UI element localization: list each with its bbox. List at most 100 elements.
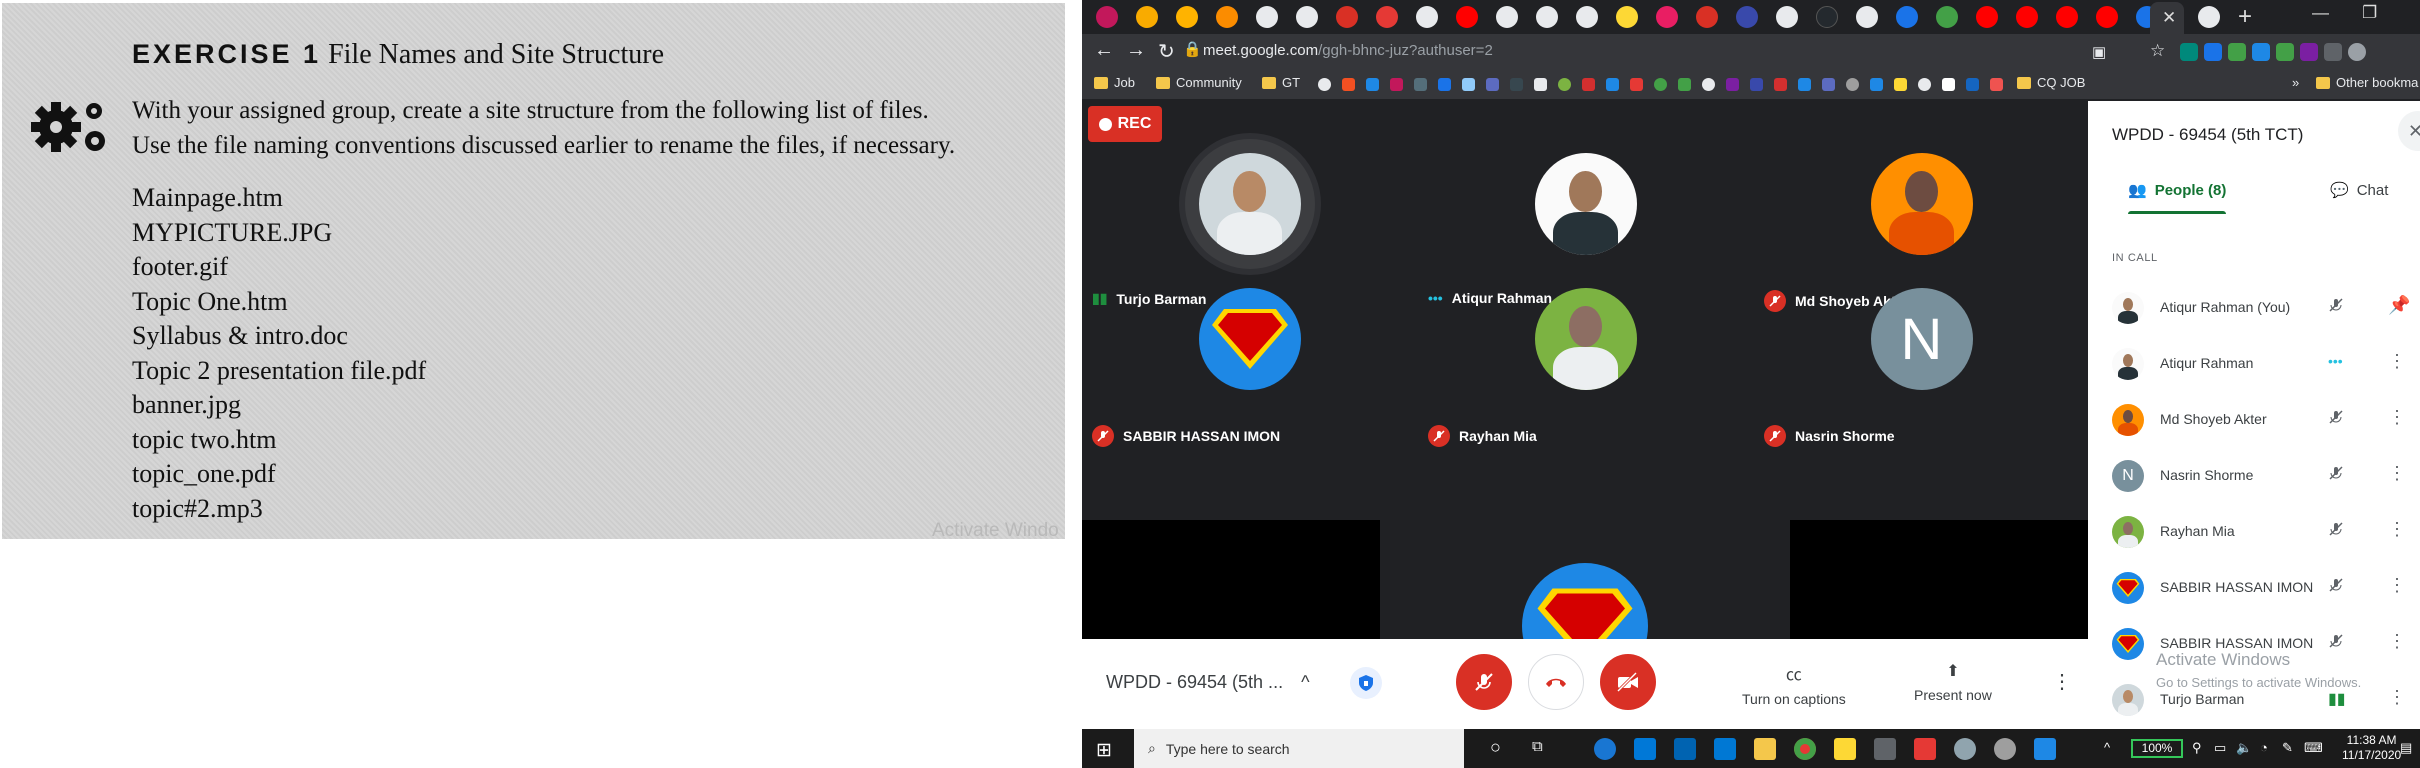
bookmark-icon[interactable] — [1918, 78, 1931, 91]
calculator-icon[interactable] — [1874, 738, 1896, 760]
battery-indicator[interactable]: 100% — [2131, 739, 2183, 758]
extension-icon[interactable] — [2204, 43, 2222, 61]
bookmark-icon[interactable] — [1342, 78, 1355, 91]
extension-icon[interactable] — [2252, 43, 2270, 61]
more-options-icon[interactable]: ⋮ — [2388, 687, 2406, 708]
settings-icon[interactable] — [1994, 738, 2016, 760]
bookmark-icon[interactable] — [1750, 78, 1763, 91]
app-icon[interactable] — [1954, 738, 1976, 760]
more-options-icon[interactable]: ⋮ — [2388, 575, 2406, 596]
extension-icon[interactable] — [2300, 43, 2318, 61]
cortana-icon[interactable]: ○ — [1490, 737, 1501, 758]
browser-tab[interactable] — [1576, 6, 1598, 28]
tab-chat[interactable]: 💬 Chat — [2330, 181, 2388, 200]
profile-avatar[interactable] — [2348, 43, 2366, 61]
captions-button[interactable]: ㏄ Turn on captions — [1742, 661, 1846, 707]
extension-icon[interactable] — [2276, 43, 2294, 61]
browser-tab[interactable] — [2096, 6, 2118, 28]
bookmark-icon[interactable] — [1654, 78, 1667, 91]
outlook-icon[interactable] — [1714, 738, 1736, 760]
tab-people[interactable]: 👥 People (8) — [2128, 181, 2227, 214]
extension-icon[interactable] — [2228, 43, 2246, 61]
bookmark-icon[interactable] — [1774, 78, 1787, 91]
browser-tab[interactable] — [2056, 6, 2078, 28]
host-controls-icon[interactable] — [1350, 667, 1382, 699]
bookmark-icon[interactable] — [1966, 78, 1979, 91]
participant-row[interactable]: Rayhan Mia ⋮ — [2088, 503, 2420, 559]
bookmark-icon[interactable] — [1366, 78, 1379, 91]
browser-tab[interactable] — [1856, 6, 1878, 28]
file-explorer-icon[interactable] — [1754, 738, 1776, 760]
participant-row[interactable]: Atiqur Rahman (You) 📌 — [2088, 279, 2420, 335]
mic-toggle-button[interactable] — [1456, 654, 1512, 710]
bookmark-icon[interactable] — [1822, 78, 1835, 91]
extensions-puzzle-icon[interactable] — [2324, 43, 2342, 61]
bookmark-icon[interactable] — [1510, 78, 1523, 91]
bookmark-icon[interactable] — [1390, 78, 1403, 91]
bookmark-folder[interactable]: GT — [1262, 75, 1300, 90]
bookmark-icon[interactable] — [1846, 78, 1859, 91]
windows-start-icon[interactable]: ⊞ — [1096, 739, 1112, 762]
more-options-icon[interactable]: ⋮ — [2388, 631, 2406, 652]
browser-tab[interactable] — [1296, 6, 1318, 28]
participant-tile[interactable]: SABBIR HASSAN IMON — [1082, 236, 1417, 447]
bookmark-icon[interactable] — [1894, 78, 1907, 91]
mic-off-icon[interactable] — [2328, 465, 2344, 486]
github-icon[interactable] — [1702, 78, 1715, 91]
bookmark-icon[interactable] — [1414, 78, 1427, 91]
app-icon[interactable] — [1834, 738, 1856, 760]
bookmark-icon[interactable] — [1606, 78, 1619, 91]
volume-icon[interactable]: 🔈 — [2236, 740, 2252, 756]
network-icon[interactable]: ◔ — [2260, 740, 2268, 755]
pin-icon[interactable]: 📌 — [2388, 295, 2410, 316]
minimize-icon[interactable]: — — [2312, 3, 2329, 23]
edge-icon[interactable] — [1594, 738, 1616, 760]
task-view-icon[interactable]: ⧉ — [1532, 738, 1543, 755]
bookmark-icon[interactable] — [1438, 78, 1451, 91]
browser-tab[interactable] — [1536, 6, 1558, 28]
browser-tab[interactable] — [1736, 6, 1758, 28]
meeting-details-toggle[interactable]: WPDD - 69454 (5th ... ^ — [1106, 672, 1310, 693]
mic-off-icon[interactable] — [2328, 409, 2344, 430]
bookmark-icon[interactable] — [1486, 78, 1499, 91]
close-panel-icon[interactable]: ✕ — [2398, 111, 2420, 151]
bookmark-icon[interactable] — [1942, 78, 1955, 91]
extension-icon[interactable] — [2180, 43, 2198, 61]
leave-call-button[interactable] — [1528, 654, 1584, 710]
browser-tab[interactable] — [1696, 6, 1718, 28]
more-bookmarks-icon[interactable]: » — [2292, 75, 2299, 90]
browser-tab[interactable] — [2016, 6, 2038, 28]
more-options-icon[interactable]: ⋮ — [2388, 463, 2406, 484]
browser-tab[interactable] — [1216, 6, 1238, 28]
browser-tab[interactable] — [1176, 6, 1198, 28]
participant-tile[interactable]: Rayhan Mia — [1418, 236, 1753, 447]
back-icon[interactable]: ← — [1094, 39, 1114, 62]
browser-tab[interactable] — [1336, 6, 1358, 28]
bookmark-icon[interactable] — [1558, 78, 1571, 91]
store-icon[interactable] — [1634, 738, 1656, 760]
browser-tab[interactable] — [1456, 6, 1478, 28]
mic-off-icon[interactable] — [2328, 297, 2344, 318]
bookmark-icon[interactable] — [1534, 78, 1547, 91]
clock[interactable]: 11:38 AM 11/17/2020 — [2342, 733, 2401, 763]
battery-icon[interactable]: ▭ — [2214, 740, 2226, 756]
browser-tab[interactable] — [1936, 6, 1958, 28]
notifications-icon[interactable]: ▤ — [2400, 740, 2412, 756]
pdf-icon[interactable] — [1914, 738, 1936, 760]
browser-tab[interactable] — [1976, 6, 1998, 28]
bookmark-icon[interactable] — [1678, 78, 1691, 91]
mic-off-icon[interactable] — [2328, 577, 2344, 598]
mail-icon[interactable] — [1674, 738, 1696, 760]
bookmark-icon[interactable] — [1726, 78, 1739, 91]
browser-tab[interactable] — [1656, 6, 1678, 28]
forward-icon[interactable]: → — [1126, 39, 1146, 62]
star-icon[interactable]: ☆ — [2150, 41, 2165, 61]
browser-tab[interactable] — [1776, 6, 1798, 28]
more-options-icon[interactable]: ⋮ — [2052, 669, 2072, 694]
bookmark-folder[interactable]: Job — [1094, 75, 1135, 90]
participant-row[interactable]: Md Shoyeb Akter ⋮ — [2088, 391, 2420, 447]
vscode-icon[interactable] — [2034, 738, 2056, 760]
github-icon[interactable] — [1318, 78, 1331, 91]
bookmark-icon[interactable] — [1582, 78, 1595, 91]
browser-tab[interactable] — [1616, 6, 1638, 28]
